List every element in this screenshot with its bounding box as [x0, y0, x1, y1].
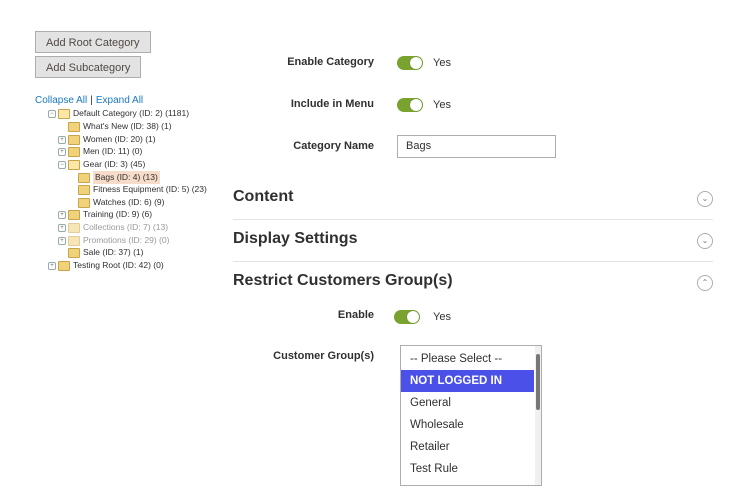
- option-general[interactable]: General: [401, 392, 541, 414]
- expand-toggle-icon[interactable]: +: [58, 223, 66, 232]
- include-in-menu-value: Yes: [433, 99, 451, 111]
- option-test-rule[interactable]: Test Rule: [401, 458, 541, 480]
- separator: |: [90, 95, 93, 106]
- tree-node-fitness-equipment[interactable]: Fitness Equipment (ID: 5) (23): [68, 183, 207, 196]
- content-section-title: Content: [233, 188, 294, 205]
- folder-icon: [68, 121, 80, 132]
- option-not-logged-in[interactable]: NOT LOGGED IN: [401, 370, 534, 392]
- collapse-toggle-icon[interactable]: −: [58, 160, 66, 169]
- category-name-label: Category Name: [293, 140, 374, 152]
- folder-icon: [68, 247, 80, 258]
- restrict-enable-value: Yes: [433, 311, 451, 323]
- folder-icon: [78, 172, 90, 183]
- chevron-up-icon[interactable]: ⌃: [697, 275, 713, 291]
- folder-open-icon: [68, 159, 80, 170]
- folder-icon: [68, 235, 80, 246]
- add-subcategory-button[interactable]: Add Subcategory: [35, 56, 142, 78]
- expand-toggle-icon[interactable]: +: [48, 261, 56, 270]
- tree-node-collections[interactable]: + Collections (ID: 7) (13): [58, 221, 168, 234]
- include-in-menu-toggle[interactable]: [397, 98, 423, 112]
- option-retailer[interactable]: Retailer: [401, 436, 541, 458]
- folder-icon: [78, 184, 90, 195]
- tree-node-training[interactable]: + Training (ID: 9) (6): [58, 208, 152, 221]
- restrict-enable-label: Enable: [337, 309, 374, 321]
- option-wholesale[interactable]: Wholesale: [401, 414, 541, 436]
- display-settings-section-header[interactable]: Display Settings ⌄: [233, 230, 713, 254]
- enable-category-toggle[interactable]: [397, 56, 423, 70]
- folder-icon: [68, 134, 80, 145]
- tree-controls: Collapse All | Expand All: [35, 95, 143, 106]
- divider: [233, 219, 713, 220]
- expand-toggle-icon[interactable]: +: [58, 135, 66, 144]
- display-settings-section-title: Display Settings: [233, 230, 358, 247]
- tree-node-men[interactable]: + Men (ID: 11) (0): [58, 145, 142, 158]
- expand-toggle-icon[interactable]: +: [58, 236, 66, 245]
- category-name-input[interactable]: Bags: [397, 135, 556, 158]
- tree-node-default-category[interactable]: − Default Category (ID: 2) (1181): [48, 107, 189, 120]
- folder-icon: [68, 209, 80, 220]
- customer-groups-label: Customer Group(s): [273, 350, 374, 362]
- restrict-groups-section-header[interactable]: Restrict Customers Group(s) ⌃: [233, 272, 713, 296]
- expand-toggle-icon[interactable]: +: [58, 147, 66, 156]
- customer-groups-multiselect[interactable]: -- Please Select -- NOT LOGGED IN Genera…: [400, 345, 542, 486]
- collapse-toggle-icon[interactable]: −: [48, 109, 56, 118]
- divider: [233, 261, 713, 262]
- scrollbar-thumb[interactable]: [536, 354, 540, 410]
- add-root-category-button[interactable]: Add Root Category: [35, 31, 151, 53]
- expand-toggle-icon[interactable]: +: [58, 210, 66, 219]
- include-in-menu-label: Include in Menu: [290, 98, 374, 110]
- tree-node-whats-new[interactable]: What's New (ID: 38) (1): [58, 120, 172, 133]
- option-please-select[interactable]: -- Please Select --: [401, 348, 541, 370]
- scrollbar[interactable]: [535, 346, 541, 485]
- folder-open-icon: [58, 108, 70, 119]
- restrict-enable-toggle[interactable]: [394, 310, 420, 324]
- folder-icon: [68, 222, 80, 233]
- restrict-groups-section-title: Restrict Customers Group(s): [233, 272, 453, 289]
- chevron-down-icon[interactable]: ⌄: [697, 233, 713, 249]
- tree-node-gear[interactable]: − Gear (ID: 3) (45): [58, 158, 145, 171]
- tree-node-sale[interactable]: Sale (ID: 37) (1): [58, 246, 143, 259]
- enable-category-label: Enable Category: [287, 56, 374, 68]
- folder-icon: [68, 146, 80, 157]
- expand-all-link[interactable]: Expand All: [96, 95, 143, 106]
- folder-icon: [78, 197, 90, 208]
- folder-icon: [58, 260, 70, 271]
- content-section-header[interactable]: Content ⌄: [233, 188, 713, 212]
- collapse-all-link[interactable]: Collapse All: [35, 95, 87, 106]
- chevron-down-icon[interactable]: ⌄: [697, 191, 713, 207]
- tree-node-testing-root[interactable]: + Testing Root (ID: 42) (0): [48, 259, 164, 272]
- enable-category-value: Yes: [433, 57, 451, 69]
